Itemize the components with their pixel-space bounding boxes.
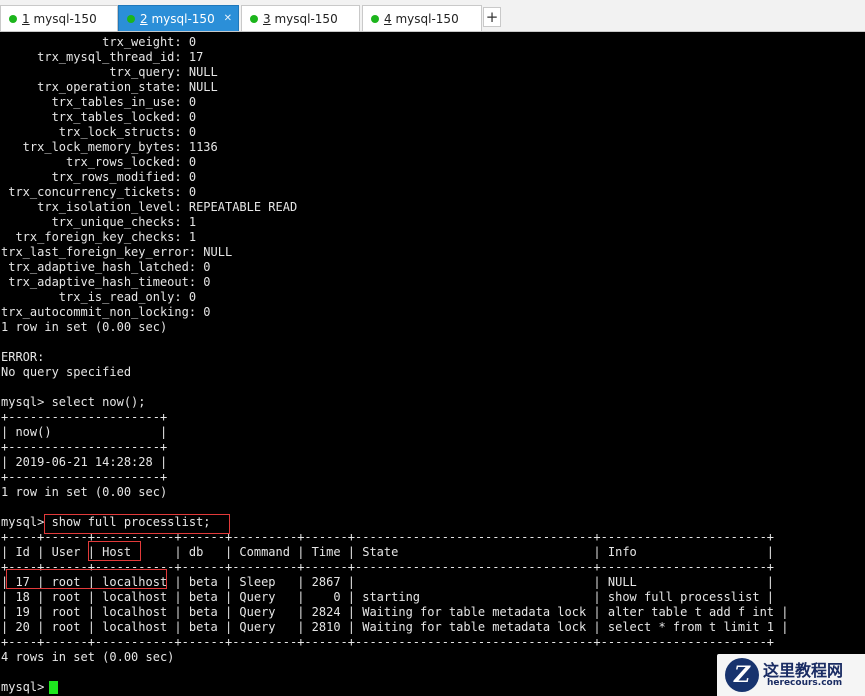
tab-bar: 1 mysql-150 2 mysql-150 ✕ 3 mysql-150 4 …	[0, 0, 865, 32]
terminal-line: 4 rows in set (0.00 sec)	[1, 650, 175, 664]
terminal-line: trx_query: NULL	[1, 65, 218, 79]
tab-number: 1	[22, 12, 30, 26]
tab-4[interactable]: 4 mysql-150	[362, 5, 482, 31]
terminal-line: mysql> select now();	[1, 395, 146, 409]
terminal-line: +---------------------+	[1, 410, 168, 424]
terminal-line: ERROR:	[1, 350, 45, 364]
terminal-line: 1 row in set (0.00 sec)	[1, 485, 168, 499]
terminal-line: +---------------------+	[1, 470, 168, 484]
terminal-line: trx_unique_checks: 1	[1, 215, 197, 229]
add-tab-button[interactable]: +	[483, 7, 501, 27]
terminal-line: No query specified	[1, 365, 132, 379]
terminal-output[interactable]: trx_weight: 0 trx_mysql_thread_id: 17 tr…	[0, 35, 865, 696]
terminal-line: | 19 | root | localhost | beta | Query |…	[1, 605, 789, 619]
status-dot-icon	[127, 15, 135, 23]
tab-label: mysql-150	[151, 12, 215, 26]
terminal-cursor	[49, 681, 58, 694]
terminal-line: | 20 | root | localhost | beta | Query |…	[1, 620, 789, 634]
terminal-line: trx_weight: 0	[1, 35, 197, 49]
terminal-line: 1 row in set (0.00 sec)	[1, 320, 168, 334]
terminal-line: | Id | User | Host | db | Command | Time…	[1, 545, 775, 559]
tab-2[interactable]: 2 mysql-150 ✕	[118, 5, 239, 31]
terminal-line: | now() |	[1, 425, 168, 439]
terminal-line: trx_mysql_thread_id: 17	[1, 50, 204, 64]
terminal-line: trx_foreign_key_checks: 1	[1, 230, 197, 244]
tab-number: 2	[140, 12, 148, 26]
tab-label: mysql-150	[274, 12, 338, 26]
watermark-url: herecours.com	[767, 678, 843, 688]
terminal-line: +---------------------+	[1, 440, 168, 454]
status-dot-icon	[250, 15, 258, 23]
terminal-line: | 17 | root | localhost | beta | Sleep |…	[1, 575, 775, 589]
watermark-logo: Z	[725, 658, 759, 692]
terminal-line: | 2019-06-21 14:28:28 |	[1, 455, 168, 469]
terminal-line: trx_concurrency_tickets: 0	[1, 185, 197, 199]
tab-1[interactable]: 1 mysql-150	[0, 5, 118, 31]
terminal-line: trx_last_foreign_key_error: NULL	[1, 245, 233, 259]
terminal-line: trx_rows_locked: 0	[1, 155, 197, 169]
terminal-line: +----+------+-----------+------+--------…	[1, 560, 775, 574]
terminal-line: trx_tables_locked: 0	[1, 110, 197, 124]
close-icon[interactable]: ✕	[224, 6, 232, 32]
terminal-line: trx_rows_modified: 0	[1, 170, 197, 184]
watermark: Z 这里教程网 herecours.com	[717, 654, 865, 696]
terminal-line: trx_tables_in_use: 0	[1, 95, 197, 109]
tab-label: mysql-150	[33, 12, 97, 26]
terminal-line: +----+------+-----------+------+--------…	[1, 530, 775, 544]
terminal-line: trx_autocommit_non_locking: 0	[1, 305, 211, 319]
status-dot-icon	[371, 15, 379, 23]
terminal-line: trx_lock_memory_bytes: 1136	[1, 140, 218, 154]
terminal-line: trx_operation_state: NULL	[1, 80, 218, 94]
tab-number: 3	[263, 12, 271, 26]
terminal-line: +----+------+-----------+------+--------…	[1, 635, 775, 649]
terminal-line: trx_adaptive_hash_timeout: 0	[1, 275, 211, 289]
terminal-line: trx_adaptive_hash_latched: 0	[1, 260, 211, 274]
terminal-text: trx_weight: 0 trx_mysql_thread_id: 17 tr…	[0, 35, 865, 695]
terminal-line: trx_is_read_only: 0	[1, 290, 197, 304]
terminal-line: mysql>	[1, 680, 52, 694]
tab-label: mysql-150	[395, 12, 459, 26]
terminal-line: trx_lock_structs: 0	[1, 125, 197, 139]
tab-number: 4	[384, 12, 392, 26]
terminal-line: | 18 | root | localhost | beta | Query |…	[1, 590, 775, 604]
status-dot-icon	[9, 15, 17, 23]
tab-3[interactable]: 3 mysql-150	[241, 5, 360, 31]
terminal-line: trx_isolation_level: REPEATABLE READ	[1, 200, 298, 214]
terminal-line: mysql> show full processlist;	[1, 515, 211, 529]
